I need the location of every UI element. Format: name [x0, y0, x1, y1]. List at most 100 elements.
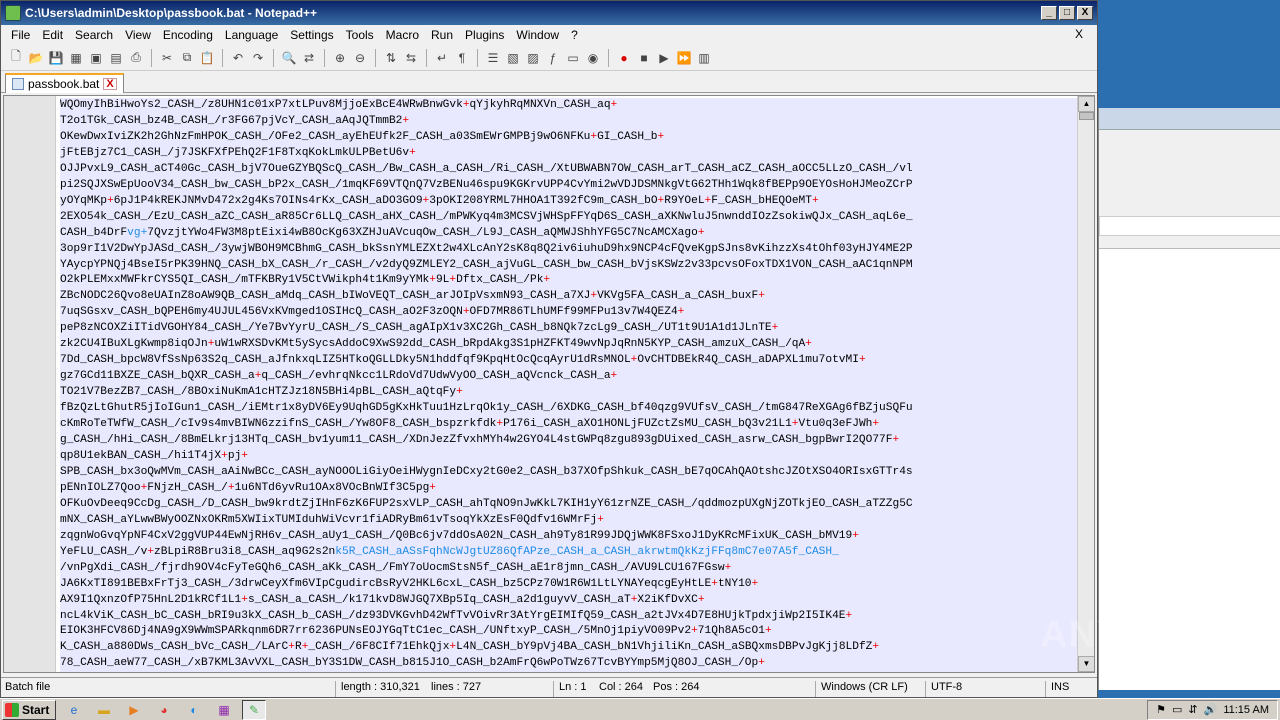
editor-line[interactable]: 7Dd_CASH_bpcW8VfSsNp63S2q_CASH_aJfnkxqLI… — [60, 353, 1078, 369]
media-player-icon[interactable]: ▶ — [122, 700, 146, 720]
editor-line[interactable]: 3op9rI1V2DwYpJASd_CASH_/3ywjWBOH9MCBhmG_… — [60, 242, 1078, 258]
editor-line[interactable]: ZBcNODC26Qvo8eUAInZ8oAW9QB_CASH_aMdq_CAS… — [60, 289, 1078, 305]
zoom-in-icon[interactable]: ⊕ — [331, 49, 349, 67]
background-window[interactable] — [1098, 108, 1280, 690]
close-file-icon[interactable]: ▣ — [87, 49, 105, 67]
editor-line[interactable]: gz7GCd11BXZE_CASH_bQXR_CASH_a + q_CASH_/ev… — [60, 369, 1078, 385]
notepad-plus-plus-taskbar-icon[interactable]: ✎ — [242, 699, 266, 720]
editor-line[interactable]: JA6KxTI891BEBxFrTj3_CASH_/3drwCeyXfm6VIp… — [60, 577, 1078, 593]
word-wrap-icon[interactable]: ↵ — [433, 49, 451, 67]
editor-line[interactable]: YAycpYPNQj4BseI5rPK39HNQ_CASH_bX_CASH_/r… — [60, 258, 1078, 274]
zoom-out-icon[interactable]: ⊖ — [351, 49, 369, 67]
editor-line[interactable]: SPB_CASH_bx3oQwMVm_CASH_aAiNwBCc_CASH_ay… — [60, 465, 1078, 481]
new-file-icon[interactable]: 🗋 — [7, 49, 25, 67]
chrome-icon[interactable]: ◕ — [152, 700, 176, 720]
save-all-icon[interactable]: ▦ — [67, 49, 85, 67]
find-icon[interactable]: 🔍 — [280, 49, 298, 67]
internet-explorer-icon[interactable]: e — [62, 700, 86, 720]
editor-area[interactable]: WQOmyIhBiHwoYs2_CASH_/z8UHN1c01xP7xtLPuv… — [3, 95, 1095, 673]
editor-line[interactable]: yOYqMKp+6pJ1P4kREKJNMvD472x2g4Ks7OINs4rK… — [60, 194, 1078, 210]
replace-icon[interactable]: ⇄ — [300, 49, 318, 67]
close-button[interactable]: X — [1077, 6, 1093, 20]
play-macro-icon[interactable]: ▶ — [655, 49, 673, 67]
editor-line[interactable]: 7uqSGsxv_CASH_bQPEH6my4UJUL456VxKVmged1O… — [60, 305, 1078, 321]
redo-icon[interactable]: ↷ — [249, 49, 267, 67]
winrar-icon[interactable]: ▦ — [212, 700, 236, 720]
editor-line[interactable]: 78_CASH_aeW77_CASH_/xB7KML3AvVXL_CASH_bY… — [60, 656, 1078, 672]
menu-help[interactable]: ? — [565, 28, 584, 42]
menu-plugins[interactable]: Plugins — [459, 28, 510, 42]
editor-line[interactable]: zqgnWoGvqYpNF4CxV2ggVUP44EwNjRH6v_CASH_a… — [60, 529, 1078, 545]
editor-line[interactable]: WQOmyIhBiHwoYs2_CASH_/z8UHN1c01xP7xtLPuv… — [60, 98, 1078, 114]
paste-icon[interactable]: 📋 — [198, 49, 216, 67]
tray-volume-icon[interactable]: 🔊 — [1204, 703, 1218, 716]
editor-line[interactable]: jFtEBjz7C1_CASH_/j7JSKFXfPEhQ2F1F8TxqKok… — [60, 146, 1078, 162]
editor-line[interactable]: OKewDwxIviZK2h2GhNzFmHPOK_CASH_/OFe2_CAS… — [60, 130, 1078, 146]
editor-line[interactable]: peP8zNCOXZiITidVGOHY84_CASH_/Ye7BvYyrU_C… — [60, 321, 1078, 337]
editor-line[interactable]: O2kPLEMxxMWFkrCYS5QI_CASH_/mTFKBRy1V5CtV… — [60, 273, 1078, 289]
open-file-icon[interactable]: 📂 — [27, 49, 45, 67]
editor-line[interactable]: fBzQzLtGhutR5jIoIGun1_CASH_/iEMtr1x8yDV6… — [60, 401, 1078, 417]
editor-line[interactable]: OJJPvxL9_CASH_aCT40Gc_CASH_bjV7OueGZYBQS… — [60, 162, 1078, 178]
close-all-icon[interactable]: ▤ — [107, 49, 125, 67]
menu-settings[interactable]: Settings — [284, 28, 339, 42]
minimize-button[interactable]: _ — [1041, 6, 1057, 20]
menu-encoding[interactable]: Encoding — [157, 28, 219, 42]
editor-line[interactable]: pENnIOLZ7Qoo+FNjzH_CASH_/+1u6NTd6yvRu1OA… — [60, 481, 1078, 497]
editor-line[interactable]: OFKuOvDeeq9CcDg_CASH_/D_CASH_bw9krdtZjIH… — [60, 497, 1078, 513]
menu-window[interactable]: Window — [510, 28, 565, 42]
tab-passbook[interactable]: passbook.bat X — [5, 73, 124, 93]
document-close-button[interactable]: X — [1069, 27, 1089, 41]
menu-view[interactable]: View — [119, 28, 157, 42]
editor-line[interactable]: K_CASH_a880DWs_CASH_bVc_CASH_/LArC+R+_CA… — [60, 640, 1078, 656]
tray-network-icon[interactable]: ⇵ — [1188, 703, 1197, 716]
editor-line[interactable]: T2o1TGk_CASH_bz4B_CASH_/r3FG67pjVcY_CASH… — [60, 114, 1078, 130]
folder-workspace-icon[interactable]: ▭ — [564, 49, 582, 67]
notepad-plus-plus-window[interactable]: C:\Users\admin\Desktop\passbook.bat - No… — [0, 0, 1098, 698]
indent-guide-icon[interactable]: ☰ — [484, 49, 502, 67]
scroll-up-icon[interactable]: ▲ — [1078, 96, 1094, 112]
edge-icon[interactable]: ◐ — [182, 700, 206, 720]
editor-line[interactable]: AX9I1QxnzOfP75HnL2D1kRCf1L1+s_CASH_a_CAS… — [60, 593, 1078, 609]
editor-line[interactable]: EIOK3HFCV86Dj4NA9gX9WWmSPARkqnm6DR7rr623… — [60, 624, 1078, 640]
menu-file[interactable]: File — [5, 28, 36, 42]
scroll-thumb[interactable] — [1079, 112, 1094, 120]
title-bar[interactable]: C:\Users\admin\Desktop\passbook.bat - No… — [1, 1, 1097, 25]
menu-search[interactable]: Search — [69, 28, 119, 42]
editor-line[interactable]: mNX_CASH_aYLwwBWyOOZNxOKRm5XWIixTUMIduhW… — [60, 513, 1078, 529]
editor-line[interactable]: g_CASH_/hHi_CASH_/8BmELkrj13HTq_CASH_bv1… — [60, 433, 1078, 449]
tray-screen-icon[interactable]: ▭ — [1172, 703, 1182, 716]
editor-line[interactable]: zk2CU4IBuXLgKwmp8iqOJn +uW1wRXSDvKMt5ySyc… — [60, 337, 1078, 353]
run-macro-multiple-icon[interactable]: ⏩ — [675, 49, 693, 67]
language-icon[interactable]: ▧ — [504, 49, 522, 67]
tray-flag-icon[interactable]: ⚑ — [1156, 703, 1166, 716]
function-list-icon[interactable]: ƒ — [544, 49, 562, 67]
editor-line[interactable]: cKmRoTeTWfW_CASH_/cIv9s4mvBIWN6zzifnS_CA… — [60, 417, 1078, 433]
editor-line[interactable]: pi2SQJXSwEpUooV34_CASH_bw_CASH_bP2x_CASH… — [60, 178, 1078, 194]
sync-horizontal-icon[interactable]: ⇆ — [402, 49, 420, 67]
editor-line[interactable]: /vnPgXdi_CASH_/fjrdh9OV4cFyTeGQh6_CASH_a… — [60, 561, 1078, 577]
save-icon[interactable]: 💾 — [47, 49, 65, 67]
start-button[interactable]: Start — [2, 699, 56, 720]
menu-macro[interactable]: Macro — [380, 28, 425, 42]
editor-line[interactable]: 2EXO54k_CASH_/EzU_CASH_aZC_CASH_aR85Cr6L… — [60, 210, 1078, 226]
clock[interactable]: 11:15 AM — [1223, 704, 1269, 716]
editor-line[interactable]: CASH_b4DrFvg+7QvzjtYWo4FW3M8ptEixi4wB8Oc… — [60, 226, 1078, 242]
menu-language[interactable]: Language — [219, 28, 284, 42]
editor-line[interactable]: YeFLU_CASH_/v+zBLpiR8Bru3i8_CASH_aq9G2s2… — [60, 545, 1078, 561]
menu-tools[interactable]: Tools — [340, 28, 380, 42]
menu-run[interactable]: Run — [425, 28, 459, 42]
save-macro-icon[interactable]: ▥ — [695, 49, 713, 67]
copy-icon[interactable]: ⧉ — [178, 49, 196, 67]
stop-macro-icon[interactable]: ■ — [635, 49, 653, 67]
tab-close-button[interactable]: X — [103, 78, 117, 90]
sync-vertical-icon[interactable]: ⇅ — [382, 49, 400, 67]
doc-map-icon[interactable]: ▨ — [524, 49, 542, 67]
vertical-scrollbar[interactable]: ▲ ▼ — [1077, 96, 1094, 672]
undo-icon[interactable]: ↶ — [229, 49, 247, 67]
record-macro-icon[interactable]: ● — [615, 49, 633, 67]
editor-line[interactable]: ncL4kViK_CASH_bC_CASH_bRI9u3kX_CASH_b_CA… — [60, 609, 1078, 625]
monitor-icon[interactable]: ◉ — [584, 49, 602, 67]
file-explorer-icon[interactable]: ▬ — [92, 700, 116, 720]
editor-line[interactable]: TO21V7BezZB7_CASH_/8BOxiNuKmA1cHTZJz18N5… — [60, 385, 1078, 401]
